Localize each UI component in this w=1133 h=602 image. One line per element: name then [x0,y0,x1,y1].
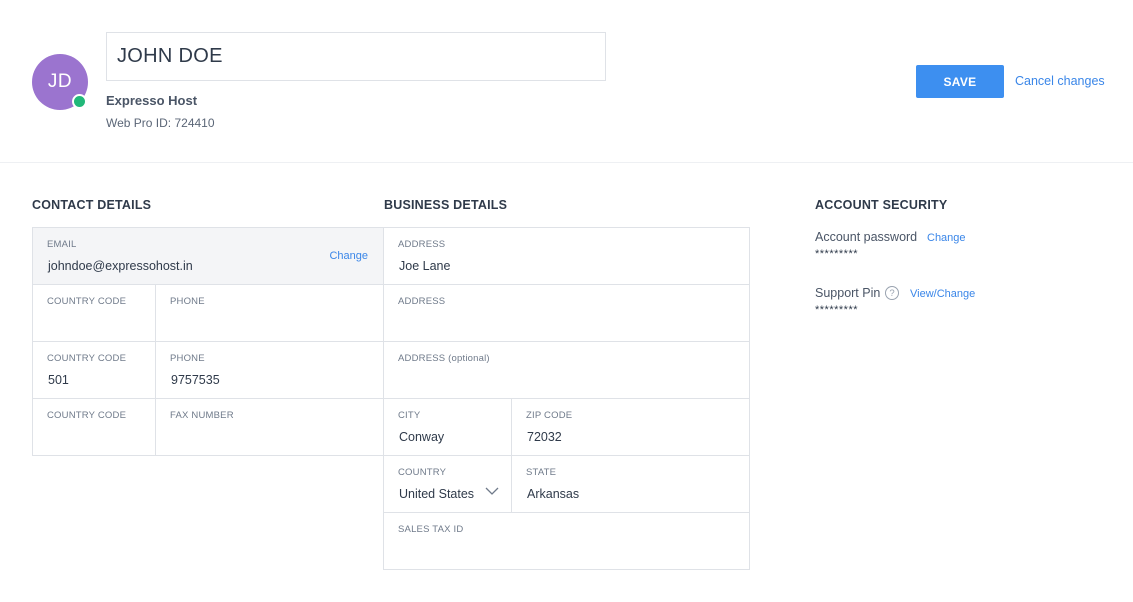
country-code-field[interactable]: COUNTRY CODE [32,398,156,456]
sales-tax-id-field[interactable]: SALES TAX ID [383,512,750,570]
country-code-field[interactable]: COUNTRY CODE [32,284,156,342]
fax-number-field[interactable]: FAX NUMBER [155,398,384,456]
account-password-label: Account password [815,230,918,244]
chevron-down-icon[interactable] [485,486,499,496]
phone-field[interactable]: PHONE 9757535 [155,341,384,399]
zip-code-value: 72032 [527,430,562,444]
country-code-field[interactable]: COUNTRY CODE 501 [32,341,156,399]
country-value: United States [399,487,475,501]
name-field[interactable] [106,32,606,81]
sales-tax-id-label: SALES TAX ID [398,524,464,535]
city-value: Conway [399,430,445,444]
help-icon[interactable]: ? [885,286,899,300]
country-code-value: 501 [48,373,69,387]
country-code-label: COUNTRY CODE [47,353,127,364]
phone-label: PHONE [170,353,205,364]
phone-label: PHONE [170,296,205,307]
company-name: Expresso Host [106,93,198,108]
view-change-pin-link[interactable]: View/Change [910,288,975,300]
state-value: Arkansas [527,487,580,501]
change-password-link[interactable]: Change [927,232,966,244]
state-field[interactable]: STATE Arkansas [511,455,750,513]
cancel-changes-link[interactable]: Cancel changes [1015,74,1105,88]
password-mask: ********* [815,248,859,260]
email-change-link[interactable]: Change [329,250,368,262]
phone-value: 9757535 [171,373,220,387]
state-label: STATE [526,467,557,478]
address-label: ADDRESS [398,296,446,307]
zip-code-label: ZIP CODE [526,410,573,421]
country-code-label: COUNTRY CODE [47,410,127,421]
address-label: ADDRESS [398,239,446,250]
address-line1-field[interactable]: ADDRESS Joe Lane [383,227,750,285]
email-field: EMAIL johndoe@expressohost.in Change [32,227,384,285]
support-pin-label: Support Pin [815,286,881,300]
pin-mask: ********* [815,304,859,316]
address-value: Joe Lane [399,259,451,273]
email-label: EMAIL [47,239,77,250]
web-pro-id: Web Pro ID: 724410 [106,116,215,130]
email-value: johndoe@expressohost.in [48,259,193,273]
account-security-heading: ACCOUNT SECURITY [815,198,948,212]
fax-number-label: FAX NUMBER [170,410,234,421]
country-select[interactable]: COUNTRY United States [383,455,512,513]
avatar-initials: JD [47,71,73,92]
phone-field[interactable]: PHONE [155,284,384,342]
address-line2-field[interactable]: ADDRESS [383,284,750,342]
zip-code-field[interactable]: ZIP CODE 72032 [511,398,750,456]
country-code-label: COUNTRY CODE [47,296,127,307]
address-optional-label: ADDRESS (optional) [398,353,490,364]
profile-header: JD Expresso Host Web Pro ID: 724410 SAVE… [0,0,1133,163]
country-label: COUNTRY [398,467,447,478]
contact-details-heading: CONTACT DETAILS [32,198,152,212]
city-field[interactable]: CITY Conway [383,398,512,456]
business-details-heading: BUSINESS DETAILS [384,198,508,212]
save-button[interactable]: SAVE [916,65,1004,98]
city-label: CITY [398,410,421,421]
online-status-indicator [72,94,87,109]
address-optional-field[interactable]: ADDRESS (optional) [383,341,750,399]
